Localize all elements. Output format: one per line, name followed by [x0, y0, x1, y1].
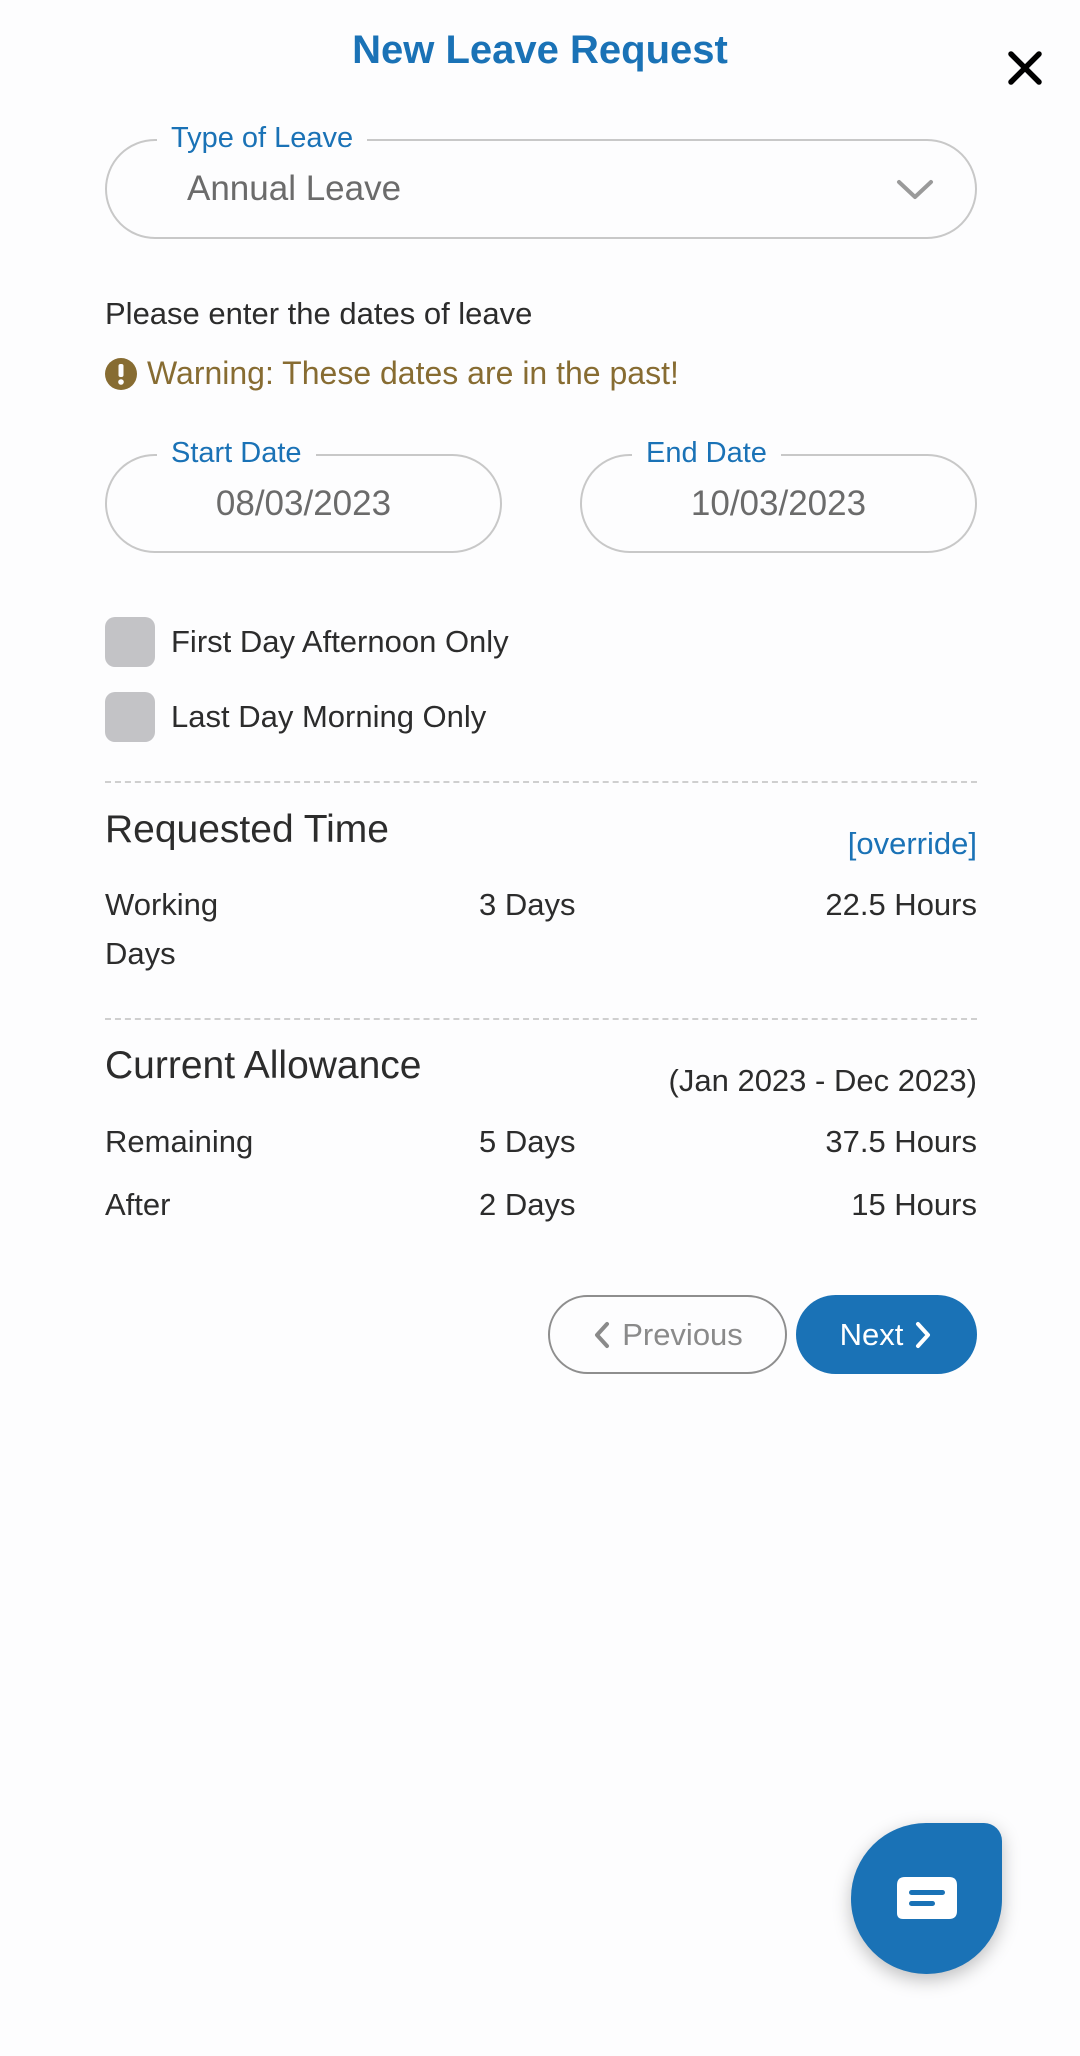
previous-button[interactable]: Previous — [548, 1295, 787, 1374]
leave-type-value: Annual Leave — [187, 169, 402, 208]
after-days-value: 2 Days — [479, 1187, 576, 1222]
section-divider — [105, 1018, 977, 1020]
leave-request-page: New Leave Request Type of Leave Annual L… — [0, 0, 1080, 2056]
chevron-down-icon — [897, 180, 933, 199]
requested-days-value: 3 Days — [479, 887, 576, 922]
start-date-value: 08/03/2023 — [215, 483, 392, 523]
chat-button[interactable] — [851, 1823, 1002, 1974]
last-day-morning-checkbox[interactable] — [105, 692, 155, 742]
section-divider — [105, 781, 977, 783]
last-day-morning-option[interactable]: Last Day Morning Only — [105, 692, 486, 742]
dates-instruction: Please enter the dates of leave — [105, 296, 533, 331]
remaining-label: Remaining — [105, 1124, 254, 1159]
after-label: After — [105, 1187, 171, 1222]
first-day-afternoon-label: First Day Afternoon Only — [171, 624, 509, 659]
end-date-value: 10/03/2023 — [690, 483, 867, 523]
current-allowance-title: Current Allowance — [105, 1044, 422, 1087]
exclamation-circle-icon — [105, 357, 137, 390]
end-date-field[interactable]: End Date 10/03/2023 — [580, 434, 977, 553]
close-icon[interactable] — [1003, 46, 1047, 90]
past-dates-warning: Warning: These dates are in the past! — [105, 355, 679, 392]
last-day-morning-label: Last Day Morning Only — [171, 699, 487, 734]
requested-time-title: Requested Time — [105, 808, 389, 851]
remaining-hours-value: 37.5 Hours — [825, 1124, 977, 1159]
start-date-field[interactable]: Start Date 08/03/2023 — [105, 434, 502, 553]
next-button[interactable]: Next — [796, 1295, 977, 1374]
leave-type-select[interactable]: Type of Leave Annual Leave — [105, 119, 977, 239]
chevron-right-icon — [916, 1321, 931, 1348]
working-days-label: Working Days — [105, 887, 219, 971]
page-title: New Leave Request — [352, 28, 728, 72]
requested-hours-value: 22.5 Hours — [825, 887, 977, 922]
allowance-period: (Jan 2023 - Dec 2023) — [668, 1063, 977, 1098]
warning-text: Warning: These dates are in the past! — [147, 355, 679, 391]
next-button-label: Next — [839, 1316, 904, 1352]
remaining-days-value: 5 Days — [479, 1124, 576, 1159]
previous-button-label: Previous — [622, 1316, 743, 1352]
chat-bubble-icon — [896, 1876, 957, 1919]
first-day-afternoon-option[interactable]: First Day Afternoon Only — [105, 617, 509, 667]
override-link[interactable]: [override] — [848, 826, 977, 862]
chevron-left-icon — [595, 1321, 610, 1348]
after-hours-value: 15 Hours — [851, 1187, 977, 1222]
first-day-afternoon-checkbox[interactable] — [105, 617, 155, 667]
